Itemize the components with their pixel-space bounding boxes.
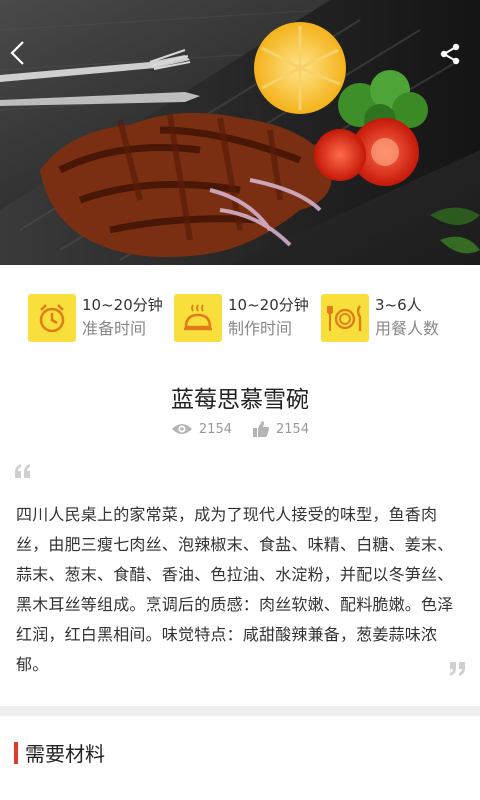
recipe-title: 蓝莓思慕雪碗 bbox=[171, 387, 309, 413]
likes-stat[interactable]: 2154 bbox=[252, 420, 309, 438]
info-prep-time: 10~20分钟 准备时间 bbox=[28, 290, 163, 346]
recipe-description: 四川人民桌上的家常菜，成为了现代人接受的味型，鱼香肉丝，由肥三瘦七肉丝、泡辣椒末… bbox=[16, 505, 454, 674]
views-count: 2154 bbox=[198, 421, 232, 437]
thumbs-up-icon bbox=[253, 421, 270, 437]
eye-icon bbox=[171, 424, 192, 434]
ingredients-title: 需要材料 bbox=[25, 742, 105, 766]
recipe-info-row: 10~20分钟 准备时间 10~20分钟 制作时间 3~6人 用餐人数 bbox=[0, 290, 480, 350]
plate-cutlery-icon bbox=[321, 294, 369, 342]
steak-photo bbox=[0, 0, 480, 265]
likes-count: 2154 bbox=[276, 421, 310, 437]
info-servings: 3~6人 用餐人数 bbox=[321, 290, 439, 346]
servings-label: 用餐人数 bbox=[375, 319, 440, 338]
back-button[interactable] bbox=[8, 40, 42, 76]
recipe-stats: 2154 2154 bbox=[0, 420, 480, 438]
info-cook-time: 10~20分钟 制作时间 bbox=[174, 290, 309, 346]
cook-time-label: 制作时间 bbox=[228, 319, 293, 338]
chevron-left-icon bbox=[10, 41, 24, 65]
views-stat: 2154 bbox=[171, 422, 232, 437]
servings-value: 3~6人 bbox=[375, 296, 422, 314]
alarm-clock-icon bbox=[28, 294, 76, 342]
accent-bar bbox=[14, 741, 18, 764]
hero-image bbox=[0, 0, 480, 265]
cook-time-value: 10~20分钟 bbox=[228, 296, 309, 314]
food-cloche-icon bbox=[174, 294, 222, 342]
share-button[interactable] bbox=[438, 42, 472, 76]
quote-open-icon bbox=[15, 464, 30, 478]
ingredients-section-header: 需要材料 bbox=[14, 738, 105, 767]
prep-time-label: 准备时间 bbox=[82, 319, 147, 338]
share-icon bbox=[440, 43, 460, 65]
prep-time-value: 10~20分钟 bbox=[82, 296, 163, 314]
quote-close-icon bbox=[450, 662, 465, 676]
section-divider bbox=[0, 706, 480, 716]
